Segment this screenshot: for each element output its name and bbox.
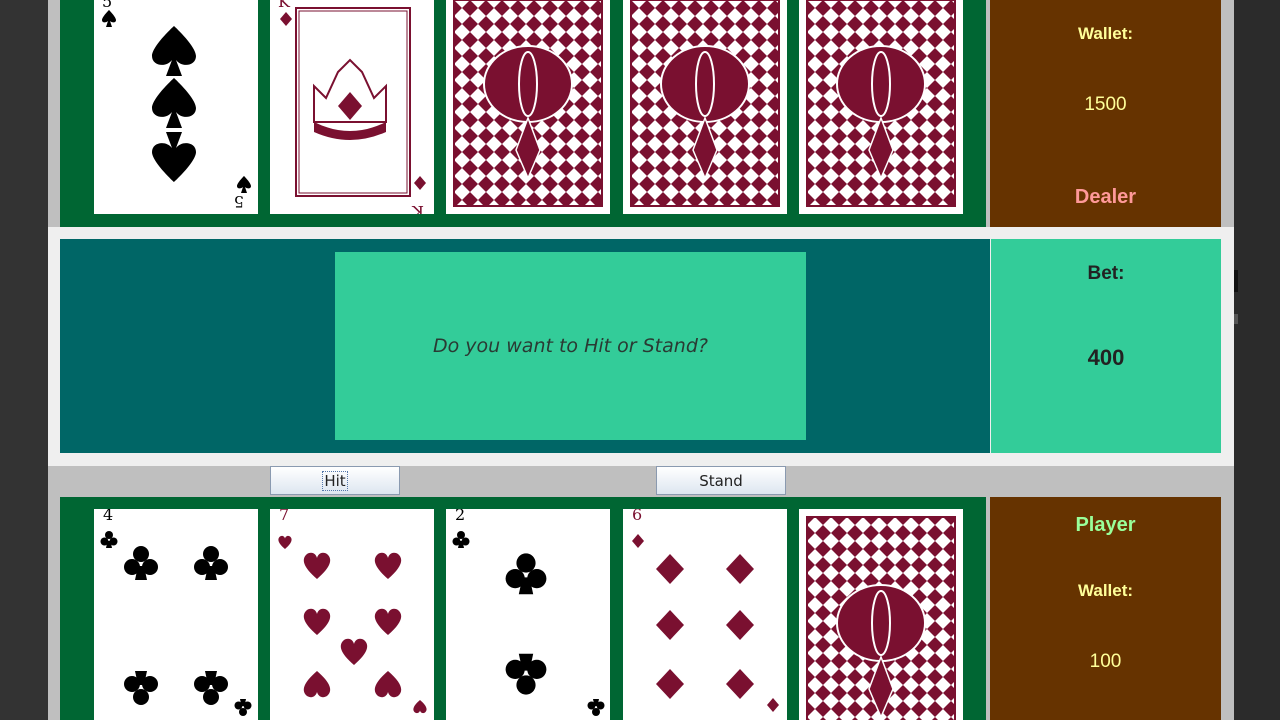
king-of-diamonds-face: K (280, 7, 426, 214)
player-wallet-value: 100 (1089, 651, 1122, 672)
stand-button-label: Stand (699, 471, 743, 490)
card-back-pattern (453, 0, 603, 207)
player-card-1: 4 (94, 509, 258, 720)
card-rank: 6 (632, 509, 643, 524)
background-edge (1234, 0, 1280, 720)
hit-button-label: Hit (322, 470, 348, 491)
svg-text:K: K (411, 202, 424, 214)
four-of-clubs-pips (100, 531, 252, 716)
svg-text:5: 5 (234, 192, 244, 211)
six-of-diamonds-pips (632, 534, 779, 712)
dealer-card-2: K K (270, 0, 434, 214)
prompt-message: Do you want to Hit or Stand? (433, 335, 708, 357)
card-back-pattern (806, 516, 956, 720)
player-card-5-facedown (799, 509, 963, 720)
edge-marker (1234, 270, 1238, 292)
bet-label: Bet: (1087, 263, 1125, 284)
blackjack-window: 5 5 K K Wallet: 1500 Dealer Do you want … (48, 0, 1234, 720)
card-back-pattern (630, 0, 780, 207)
stand-button[interactable]: Stand (656, 466, 786, 495)
edge-marker (1234, 314, 1238, 324)
five-of-spades-pips: 5 (102, 10, 251, 211)
dealer-wallet-label: Wallet: (1077, 24, 1134, 43)
dealer-card-5-facedown (799, 0, 963, 214)
player-name-label: Player (1075, 514, 1136, 536)
dealer-wallet-value: 1500 (1084, 94, 1127, 115)
player-info-panel: Player Wallet: 100 (990, 497, 1221, 720)
card-rank: 5 (102, 0, 113, 11)
dealer-hand-area: 5 5 K K (60, 0, 986, 227)
two-of-clubs-pips (452, 531, 605, 716)
dealer-card-1: 5 5 (94, 0, 258, 214)
bet-value: 400 (1087, 345, 1125, 370)
dealer-card-3-facedown (446, 0, 610, 214)
seven-of-hearts-pips (278, 535, 427, 714)
player-card-4: 6 (623, 509, 787, 720)
card-rank: 2 (455, 509, 466, 524)
card-rank: 4 (103, 509, 114, 524)
message-box: Do you want to Hit or Stand? (335, 252, 806, 440)
player-hand-area: 4 7 2 6 (60, 497, 986, 720)
player-wallet-label: Wallet: (1077, 581, 1134, 600)
card-rank: K (278, 0, 290, 11)
bet-panel: Bet: 400 (991, 239, 1221, 453)
card-rank: 7 (279, 509, 290, 524)
dealer-card-4-facedown (623, 0, 787, 214)
player-card-3: 2 (446, 509, 610, 720)
dealer-name-label: Dealer (1074, 186, 1137, 208)
player-card-2: 7 (270, 509, 434, 720)
hit-button[interactable]: Hit (270, 466, 400, 495)
card-back-pattern (806, 0, 956, 207)
dealer-info-panel: Wallet: 1500 Dealer (990, 0, 1221, 227)
